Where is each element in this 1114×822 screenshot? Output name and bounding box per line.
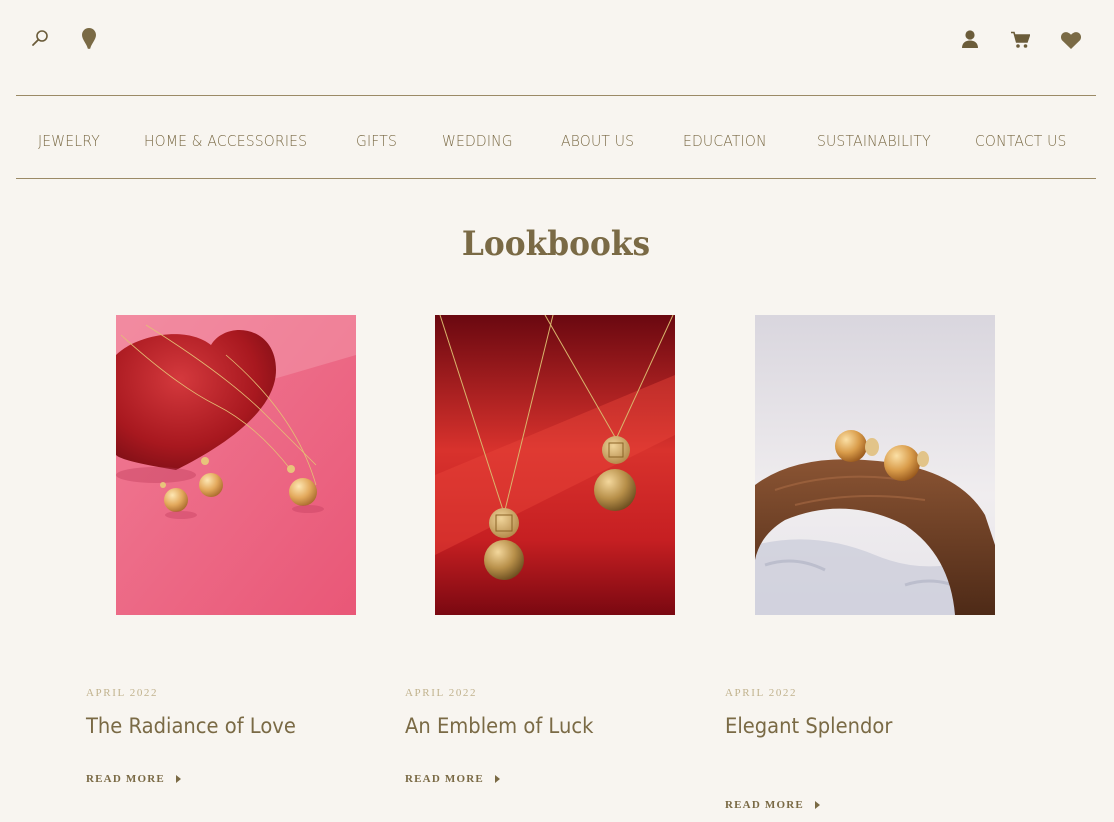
read-more-link[interactable]: READ MORE xyxy=(86,773,181,785)
lookbook-date: APRIL 2022 xyxy=(725,687,798,699)
lookbook-title[interactable]: An Emblem of Luck xyxy=(405,714,593,738)
read-more-label: READ MORE xyxy=(725,799,804,811)
caret-right-icon xyxy=(814,801,820,809)
read-more-link[interactable]: READ MORE xyxy=(725,799,820,811)
search-icon[interactable] xyxy=(30,28,50,48)
lookbook-image-radiance-of-love[interactable] xyxy=(116,315,356,615)
lookbook-date: APRIL 2022 xyxy=(86,687,159,699)
read-more-label: READ MORE xyxy=(405,773,484,785)
lookbook-card: APRIL 2022 The Radiance of Love READ MOR… xyxy=(86,0,406,822)
caret-right-icon xyxy=(494,775,500,783)
lookbook-title[interactable]: The Radiance of Love xyxy=(86,714,296,738)
lookbook-image-elegant-splendor[interactable] xyxy=(755,315,995,615)
caret-right-icon xyxy=(175,775,181,783)
read-more-label: READ MORE xyxy=(86,773,165,785)
lookbook-card: APRIL 2022 An Emblem of Luck READ MORE xyxy=(405,0,725,822)
lookbook-image-emblem-of-luck[interactable] xyxy=(435,315,675,615)
lookbook-card: APRIL 2022 Elegant Splendor READ MORE xyxy=(725,0,1045,822)
wishlist-heart-icon[interactable] xyxy=(1059,29,1083,51)
lookbook-title[interactable]: Elegant Splendor xyxy=(725,714,892,738)
read-more-link[interactable]: READ MORE xyxy=(405,773,500,785)
lookbook-date: APRIL 2022 xyxy=(405,687,478,699)
